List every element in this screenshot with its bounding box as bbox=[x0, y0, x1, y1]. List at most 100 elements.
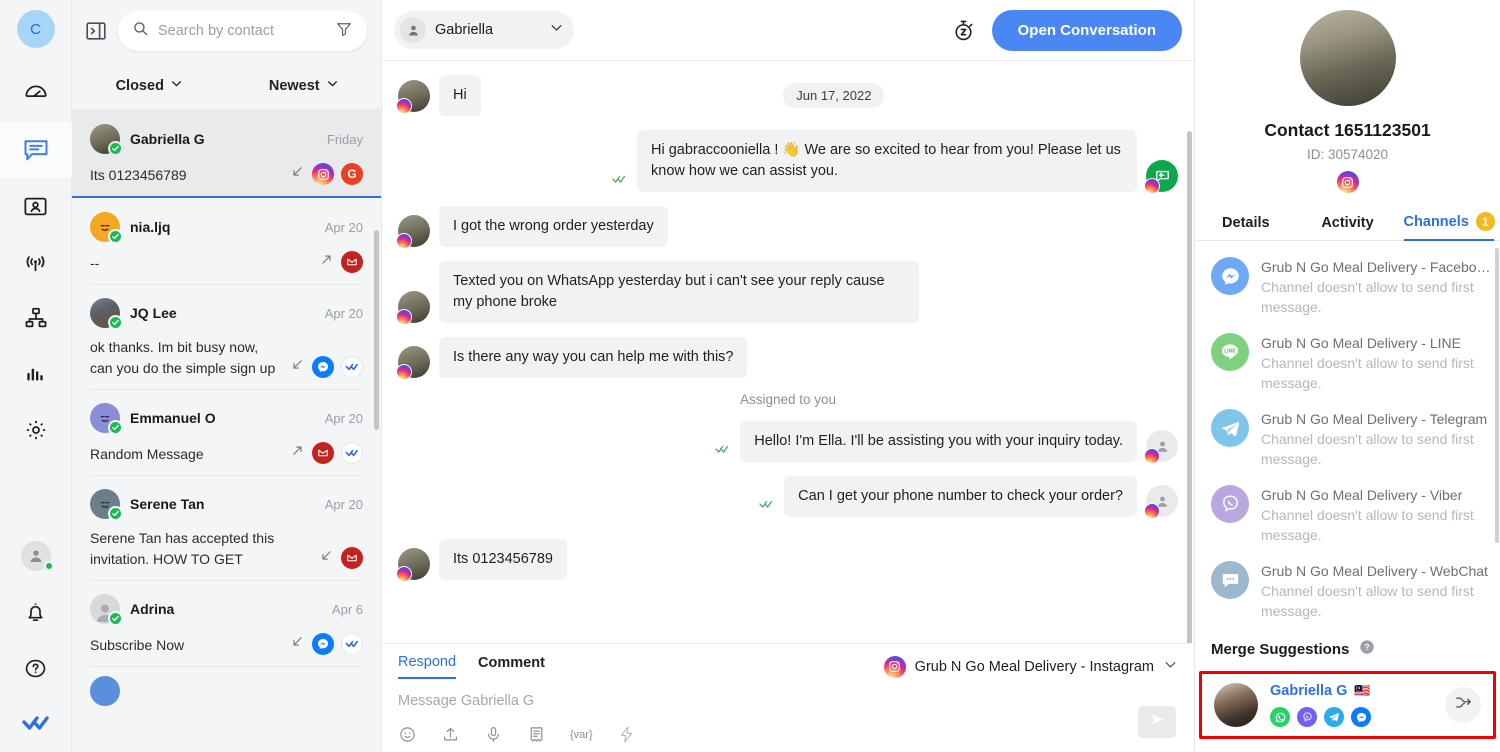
conversation-header: JQ Lee Apr 20 bbox=[90, 298, 363, 330]
conversation-name: Gabriella G bbox=[130, 131, 205, 147]
instagram-icon bbox=[312, 163, 334, 185]
filter-sort-dropdown[interactable]: Newest bbox=[227, 77, 382, 94]
merge-suggestion-card[interactable]: Gabriella G 🇲🇾 bbox=[1199, 671, 1496, 739]
contact-hero: Contact 1651123501 ID: 30574020 bbox=[1195, 0, 1500, 193]
instagram-icon bbox=[396, 566, 412, 582]
conversation-badges bbox=[290, 633, 363, 656]
conversation-item-jq-lee[interactable]: JQ Lee Apr 20 ok thanks. Im bit busy now… bbox=[72, 284, 381, 389]
conversation-list-scrollbar[interactable] bbox=[374, 230, 379, 430]
conversation-badges bbox=[319, 251, 363, 274]
conversation-item-emmanuel-o[interactable]: Emmanuel O Apr 20 Random Message bbox=[72, 389, 381, 475]
help-circle-icon[interactable]: ? bbox=[1359, 639, 1375, 659]
conversation-header: Adrina Apr 6 bbox=[90, 594, 363, 626]
channel-row-telegram[interactable]: Grub N Go Meal Delivery - Telegram Chann… bbox=[1195, 401, 1500, 477]
conversation-badges bbox=[290, 442, 363, 465]
send-button[interactable] bbox=[1138, 706, 1176, 738]
composer-channel-label: Grub N Go Meal Delivery - Instagram bbox=[914, 658, 1154, 675]
template-icon[interactable] bbox=[527, 725, 546, 744]
tab-activity[interactable]: Activity bbox=[1297, 215, 1399, 240]
upload-icon[interactable] bbox=[441, 725, 460, 744]
message-row: Its 0123456789 bbox=[396, 539, 1178, 582]
nav-broadcast[interactable] bbox=[0, 234, 72, 290]
message-bubble: Hi gabraccooniella ! 👋 We are so excited… bbox=[637, 130, 1137, 192]
channel-row-webchat[interactable]: Grub N Go Meal Delivery - WebChat Channe… bbox=[1195, 553, 1500, 629]
nav-help[interactable] bbox=[0, 640, 72, 696]
instagram-icon bbox=[1336, 171, 1359, 193]
person-icon bbox=[400, 17, 426, 43]
conversation-badges bbox=[319, 547, 363, 570]
online-status-dot bbox=[43, 561, 54, 571]
nav-brand-logo bbox=[0, 696, 72, 752]
channel-row-line[interactable]: LINE Grub N Go Meal Delivery - LINE Chan… bbox=[1195, 325, 1500, 401]
chevron-down-icon bbox=[549, 20, 564, 40]
emoji-icon[interactable] bbox=[398, 725, 417, 744]
message-row: Hello! I'm Ella. I'll be assisting you w… bbox=[398, 421, 1178, 464]
tab-comment[interactable]: Comment bbox=[478, 655, 545, 678]
message-thread[interactable]: Hi Jun 17, 2022 Hi gabraccooniella ! 👋 W… bbox=[382, 61, 1194, 643]
conversation-header: Emmanuel O Apr 20 bbox=[90, 403, 363, 435]
nav-contacts[interactable] bbox=[0, 178, 72, 234]
conversation-item-nia-ljq[interactable]: nia.ljq Apr 20 -- bbox=[72, 198, 381, 284]
filter-status-dropdown[interactable]: Closed bbox=[72, 77, 227, 94]
channel-row-viber[interactable]: Grub N Go Meal Delivery - Viber Channel … bbox=[1195, 477, 1500, 553]
contact-avatar[interactable] bbox=[1299, 10, 1396, 106]
merge-suggestions-title: Merge Suggestions bbox=[1211, 640, 1350, 658]
filter-funnel-icon[interactable] bbox=[335, 20, 353, 43]
nav-reports[interactable] bbox=[0, 346, 72, 402]
nav-settings[interactable] bbox=[0, 402, 72, 458]
open-conversation-button[interactable]: Open Conversation bbox=[991, 9, 1182, 51]
channel-title: Grub N Go Meal Delivery - Facebo… bbox=[1261, 259, 1491, 275]
conversation-time: Friday bbox=[326, 131, 363, 147]
conversation-name: nia.ljq bbox=[130, 219, 171, 235]
conversation-time: Apr 20 bbox=[324, 305, 363, 321]
tab-channels[interactable]: Channels 1 bbox=[1398, 212, 1500, 241]
bar-chart-icon bbox=[23, 361, 49, 387]
microphone-icon[interactable] bbox=[484, 725, 503, 744]
channel-list[interactable]: Grub N Go Meal Delivery - Facebo… Channe… bbox=[1195, 241, 1500, 629]
message-avatar bbox=[1144, 485, 1178, 519]
assignee-dropdown[interactable]: Gabriella bbox=[394, 11, 575, 49]
tab-channels-badge: 1 bbox=[1475, 212, 1495, 231]
conversation-preview: Subscribe Now bbox=[90, 637, 185, 653]
nav-profile[interactable] bbox=[0, 528, 72, 584]
conversation-header bbox=[90, 676, 363, 706]
instagram-icon bbox=[396, 97, 412, 114]
chat-scrollbar[interactable] bbox=[1187, 131, 1192, 643]
conversation-item-serene-tan[interactable]: Serene Tan Apr 20 Serene Tan has accepte… bbox=[72, 475, 381, 580]
quick-reply-lightning-icon[interactable] bbox=[617, 725, 636, 744]
conversation-body: -- bbox=[90, 251, 363, 274]
message-input[interactable]: Message Gabriella G bbox=[398, 693, 1178, 709]
conversation-body: Its 0123456789 G bbox=[90, 163, 363, 186]
nav-inbox[interactable] bbox=[0, 122, 72, 178]
conversation-item-gabriella-g[interactable]: Gabriella G Friday Its 0123456789 G bbox=[72, 110, 381, 198]
incoming-arrow-icon bbox=[290, 634, 305, 654]
conversation-body: Serene Tan has accepted this invitation.… bbox=[90, 528, 363, 570]
verified-check-icon bbox=[108, 611, 123, 626]
message-bubble: Is there any way you can help me with th… bbox=[439, 337, 748, 378]
workspace-avatar[interactable]: C bbox=[16, 10, 55, 48]
country-flag-icon: 🇲🇾 bbox=[1354, 683, 1371, 698]
broadcast-icon bbox=[22, 249, 49, 276]
merge-contact-info: Gabriella G 🇲🇾 bbox=[1270, 683, 1433, 727]
variable-icon[interactable]: {var} bbox=[570, 729, 593, 741]
channel-row-facebook[interactable]: Grub N Go Meal Delivery - Facebo… Channe… bbox=[1195, 249, 1500, 325]
panel-collapse-icon[interactable] bbox=[84, 19, 108, 43]
tab-details[interactable]: Details bbox=[1195, 215, 1297, 240]
tab-respond[interactable]: Respond bbox=[398, 654, 457, 679]
composer-channel-selector[interactable]: Grub N Go Meal Delivery - Instagram bbox=[883, 655, 1178, 678]
snooze-timer-icon[interactable] bbox=[948, 14, 980, 46]
conversation-item-partial[interactable] bbox=[72, 666, 381, 716]
conversation-scroll-area[interactable]: Gabriella G Friday Its 0123456789 G nia.… bbox=[72, 110, 381, 752]
nav-dashboard[interactable] bbox=[0, 66, 72, 122]
message-avatar bbox=[1144, 160, 1178, 194]
search-input[interactable]: Search by contact bbox=[118, 11, 367, 51]
right-panel-scrollbar[interactable] bbox=[1495, 248, 1499, 543]
avatar bbox=[90, 594, 123, 626]
nav-notifications[interactable] bbox=[0, 584, 72, 640]
conversation-item-adrina[interactable]: Adrina Apr 6 Subscribe Now bbox=[72, 580, 381, 666]
search-icon bbox=[132, 20, 149, 42]
incoming-arrow-icon bbox=[319, 548, 334, 568]
merge-contact-button[interactable] bbox=[1445, 687, 1481, 723]
message-bubble: Can I get your phone number to check you… bbox=[784, 476, 1137, 517]
nav-flow-builder[interactable] bbox=[0, 290, 72, 346]
